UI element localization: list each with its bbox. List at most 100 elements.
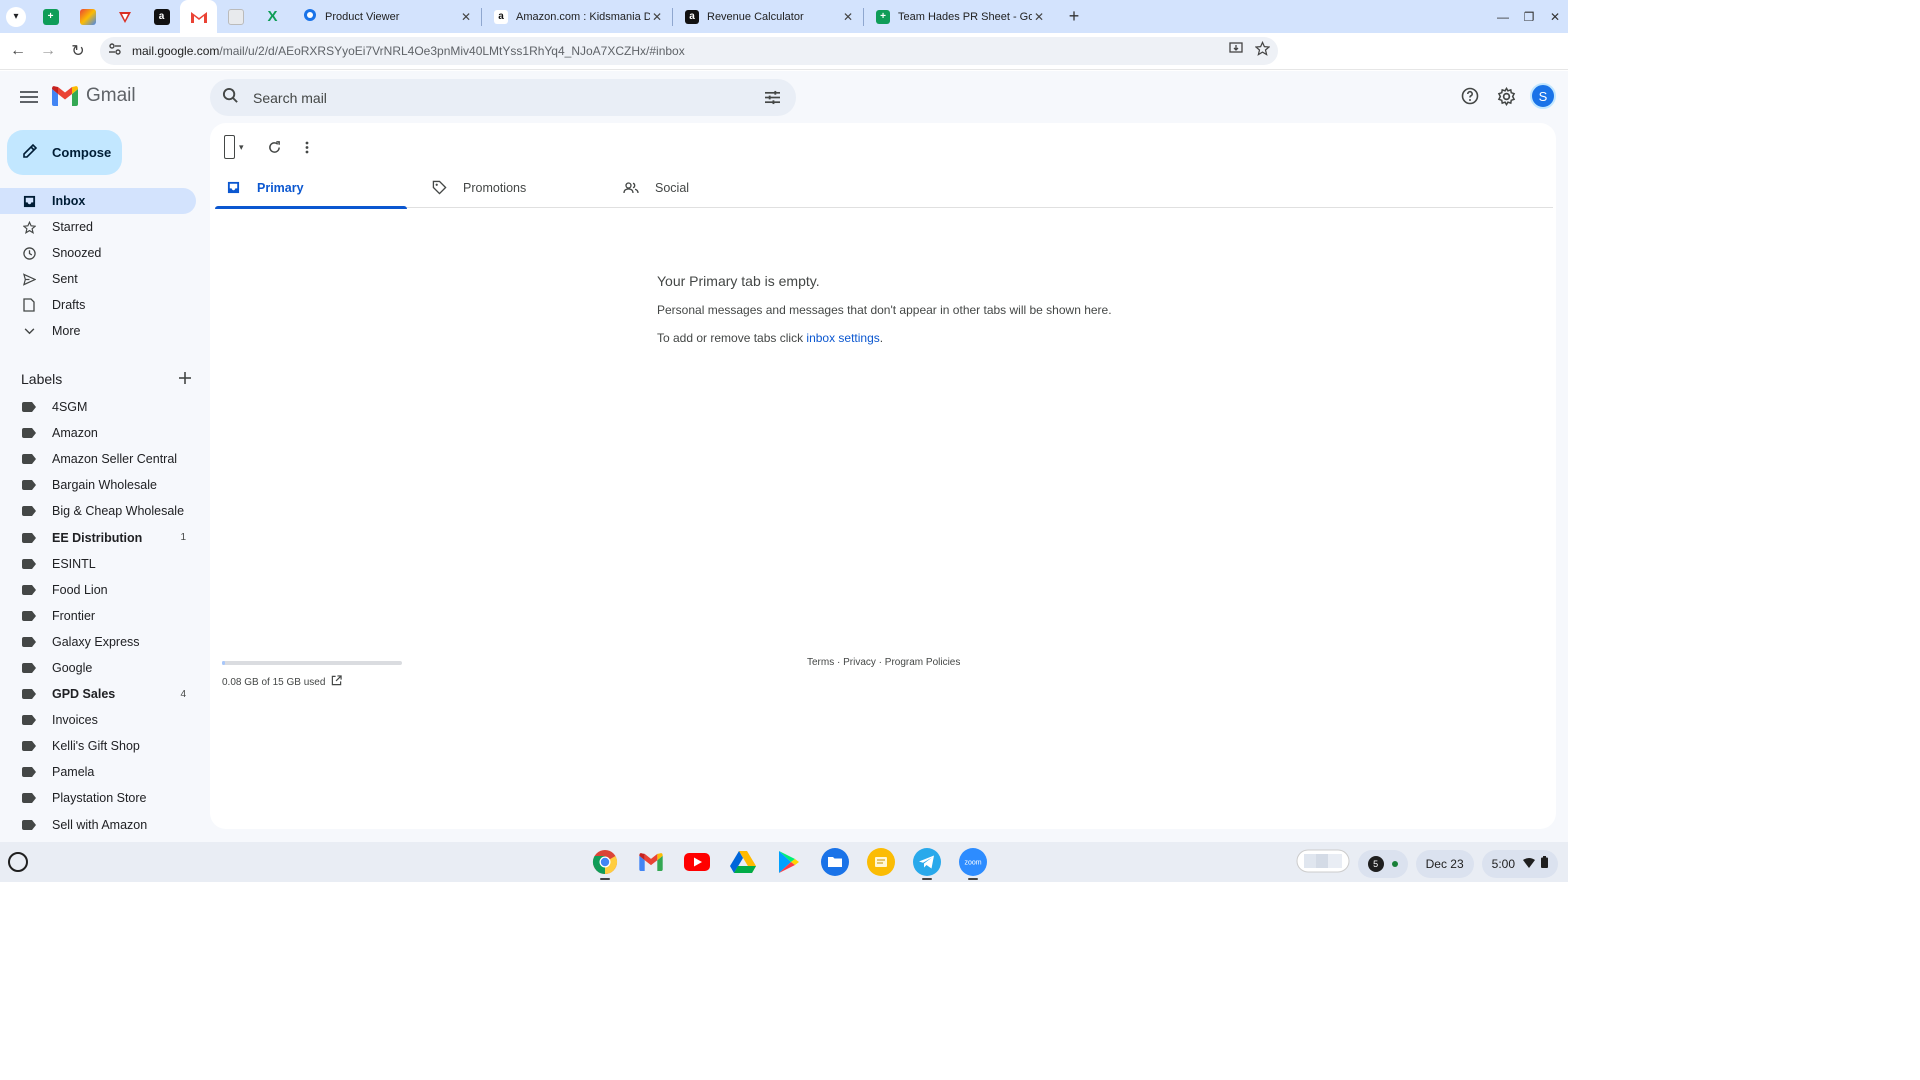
gmail-wordmark: Gmail bbox=[86, 85, 136, 106]
inbox-icon bbox=[22, 194, 36, 208]
gmail-logo[interactable]: Gmail bbox=[52, 85, 136, 107]
more-options-icon[interactable] bbox=[305, 135, 309, 159]
search-input[interactable]: Search mail bbox=[253, 90, 758, 106]
telegram-app-icon[interactable] bbox=[909, 846, 945, 880]
label-icon bbox=[22, 741, 36, 752]
site-info-icon[interactable] bbox=[108, 42, 122, 61]
help-icon[interactable] bbox=[1458, 84, 1482, 108]
restore-icon[interactable]: ❐ bbox=[1516, 0, 1542, 33]
refresh-icon[interactable] bbox=[268, 135, 281, 159]
tab-amazon-kidsmania[interactable]: a Amazon.com : Kidsmania Dub ✕ bbox=[482, 0, 672, 33]
system-tray[interactable]: 5:00 bbox=[1481, 849, 1558, 878]
label-item[interactable]: Food Lion bbox=[0, 577, 196, 603]
storage-info: 0.08 GB of 15 GB used bbox=[222, 675, 402, 689]
label-item[interactable]: Playstation Store bbox=[0, 785, 196, 811]
close-window-icon[interactable]: ✕ bbox=[1542, 0, 1568, 33]
youtube-app-icon[interactable] bbox=[679, 846, 715, 878]
new-tab-button[interactable]: + bbox=[1060, 3, 1088, 31]
pinned-tab-app[interactable] bbox=[69, 0, 106, 33]
footer-links[interactable]: Terms · Privacy · Program Policies bbox=[807, 657, 960, 668]
compose-label: Compose bbox=[52, 145, 112, 160]
pinned-tab-vpn[interactable] bbox=[106, 0, 143, 33]
labels-title: Labels bbox=[21, 370, 63, 387]
pinned-tab-docs[interactable] bbox=[217, 0, 254, 33]
main-menu-icon[interactable] bbox=[17, 85, 41, 109]
date-tray[interactable]: Dec 23 bbox=[1415, 849, 1474, 878]
label-item[interactable]: Bargain Wholesale bbox=[0, 472, 196, 498]
sidebar-item-drafts[interactable]: Drafts bbox=[0, 292, 196, 318]
back-button[interactable]: ← bbox=[3, 36, 33, 66]
label-item[interactable]: Kelli's Gift Shop bbox=[0, 733, 196, 759]
label-item[interactable]: Amazon Seller Central bbox=[0, 446, 196, 472]
label-item[interactable]: Amazon bbox=[0, 420, 196, 446]
reload-button[interactable]: ↻ bbox=[63, 36, 93, 66]
holding-space-thumbnail[interactable] bbox=[1296, 848, 1350, 879]
tab-promotions[interactable]: Promotions bbox=[407, 167, 599, 208]
pinned-tab-gmail[interactable] bbox=[180, 0, 217, 33]
launcher-button[interactable] bbox=[8, 852, 28, 872]
create-label-button[interactable] bbox=[179, 368, 191, 389]
sidebar-item-inbox[interactable]: Inbox bbox=[0, 188, 196, 214]
label-item[interactable]: Sell with Amazon bbox=[0, 812, 196, 838]
zoom-app-icon[interactable]: zoom bbox=[955, 846, 991, 880]
chrome-app-icon[interactable] bbox=[587, 846, 623, 880]
search-icon[interactable] bbox=[222, 87, 239, 109]
storage-bar bbox=[222, 661, 402, 665]
pinned-tab-amazon[interactable]: a bbox=[143, 0, 180, 33]
close-icon[interactable]: ✕ bbox=[459, 10, 473, 24]
label-item[interactable]: Galaxy Express bbox=[0, 629, 196, 655]
category-tabs: Primary Promotions Social bbox=[215, 167, 1553, 209]
label-item[interactable]: Google bbox=[0, 655, 196, 681]
notes-app-icon[interactable] bbox=[863, 846, 899, 878]
install-app-icon[interactable] bbox=[1229, 41, 1243, 61]
settings-gear-icon[interactable] bbox=[1494, 84, 1518, 108]
sidebar-item-sent[interactable]: Sent bbox=[0, 266, 196, 292]
external-link-icon[interactable] bbox=[331, 675, 343, 689]
account-avatar[interactable]: S bbox=[1530, 83, 1556, 109]
drive-app-icon[interactable] bbox=[725, 846, 761, 878]
app-icon bbox=[79, 8, 96, 25]
minimize-icon[interactable]: — bbox=[1490, 0, 1516, 33]
battery-icon bbox=[1541, 856, 1548, 871]
tab-primary[interactable]: Primary bbox=[215, 167, 407, 209]
label-item[interactable]: ESINTL bbox=[0, 551, 196, 577]
close-icon[interactable]: ✕ bbox=[650, 10, 664, 24]
svg-text:zoom: zoom bbox=[964, 860, 981, 867]
files-app-icon[interactable] bbox=[817, 846, 853, 878]
notification-pill[interactable]: 5 bbox=[1357, 849, 1408, 878]
forward-button[interactable]: → bbox=[33, 36, 63, 66]
search-options-icon[interactable] bbox=[758, 84, 786, 112]
gmail-app-icon[interactable] bbox=[633, 846, 669, 878]
label-item[interactable]: Pamela bbox=[0, 759, 196, 785]
label-item[interactable]: Invoices bbox=[0, 707, 196, 733]
tab-social[interactable]: Social bbox=[599, 167, 791, 208]
close-icon[interactable]: ✕ bbox=[1032, 10, 1046, 24]
pinned-tab-sheets[interactable]: + bbox=[32, 0, 69, 33]
tab-revenue-calculator[interactable]: a Revenue Calculator ✕ bbox=[673, 0, 863, 33]
close-icon[interactable]: ✕ bbox=[841, 10, 855, 24]
compose-button[interactable]: Compose bbox=[7, 130, 122, 175]
label-item[interactable]: GPD Sales 4 bbox=[0, 681, 196, 707]
label-item[interactable]: Frontier bbox=[0, 603, 196, 629]
bookmark-star-icon[interactable] bbox=[1254, 40, 1271, 61]
label-item[interactable]: EE Distribution 1 bbox=[0, 524, 196, 550]
label-item[interactable]: 4SGM bbox=[0, 394, 196, 420]
inbox-settings-link[interactable]: inbox settings bbox=[806, 331, 879, 345]
tab-search-button[interactable]: ▾ bbox=[0, 0, 32, 33]
search-bar[interactable]: Search mail bbox=[210, 79, 796, 116]
select-all-checkbox[interactable] bbox=[224, 135, 235, 159]
tab-team-hades-sheet[interactable]: + Team Hades PR Sheet - Google ✕ bbox=[864, 0, 1054, 33]
label-icon bbox=[22, 767, 36, 778]
sheets-icon: + bbox=[876, 9, 890, 24]
select-dropdown-icon[interactable]: ▾ bbox=[239, 135, 244, 159]
play-store-app-icon[interactable] bbox=[771, 846, 807, 878]
sidebar-item-more[interactable]: More bbox=[0, 318, 196, 344]
label-icon bbox=[22, 480, 36, 491]
sidebar-item-snoozed[interactable]: Snoozed bbox=[0, 240, 196, 266]
label-item[interactable]: Big & Cheap Wholesale bbox=[0, 498, 196, 524]
pinned-tab-x[interactable]: X bbox=[254, 0, 291, 33]
address-bar[interactable]: mail.google.com/mail/u/2/d/AEoRXRSYyoEi7… bbox=[100, 37, 1278, 65]
tab-product-viewer[interactable]: Product Viewer ✕ bbox=[291, 0, 481, 33]
sidebar-item-starred[interactable]: Starred bbox=[0, 214, 196, 240]
amazon-icon: a bbox=[153, 8, 170, 25]
